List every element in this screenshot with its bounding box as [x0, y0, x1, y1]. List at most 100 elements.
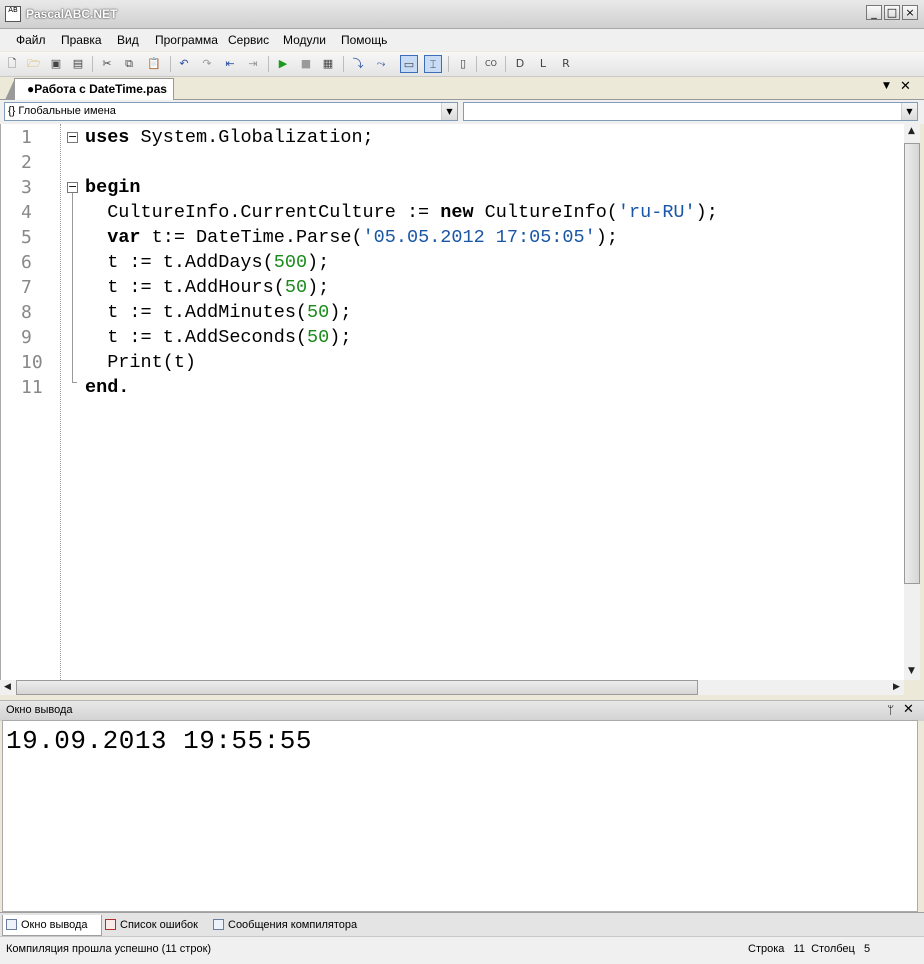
- step-into-icon[interactable]: ⤵: [349, 55, 367, 73]
- line-number: 5: [21, 227, 32, 248]
- format-r-icon[interactable]: R: [557, 55, 575, 73]
- redo-icon[interactable]: ↷: [198, 55, 216, 73]
- tab-output-window[interactable]: Окно вывода: [2, 915, 102, 936]
- format-l-icon[interactable]: L: [534, 55, 552, 73]
- menu-modules[interactable]: Модули: [283, 33, 326, 47]
- line-number: 3: [21, 177, 32, 198]
- code-line: CultureInfo.CurrentCulture := new Cultur…: [85, 200, 718, 225]
- code-line: end.: [85, 375, 129, 400]
- code-line: t := t.AddMinutes(50);: [85, 300, 351, 325]
- close-window-button[interactable]: ×: [902, 5, 918, 20]
- code-token: var: [107, 227, 141, 248]
- app-icon: AB: [5, 6, 21, 22]
- code-token: Print(t): [85, 352, 197, 373]
- code-token: begin: [85, 177, 141, 198]
- stop-icon[interactable]: ■: [297, 55, 315, 73]
- line-number: 8: [21, 302, 32, 323]
- tab-datetime-pas[interactable]: ●Работа с DateTime.pas: [5, 78, 174, 100]
- output-panel-title: Окно вывода: [6, 704, 73, 716]
- scroll-right-icon[interactable]: ▶: [889, 680, 904, 695]
- scope-combo-value: {} Глобальные имена: [8, 105, 116, 117]
- code-token: );: [329, 327, 352, 348]
- compile-icon[interactable]: ▦: [319, 55, 337, 73]
- code-token: t := t.AddMinutes(: [85, 302, 308, 323]
- code-token: end.: [85, 377, 130, 398]
- code-token: '05.05.2012 17:05:05': [362, 227, 596, 248]
- menu-view[interactable]: Вид: [117, 33, 139, 47]
- chevron-down-icon[interactable]: ▼: [901, 103, 917, 120]
- tab-compiler-messages[interactable]: Сообщения компилятора: [210, 915, 378, 935]
- toggle-mode-icon[interactable]: ⌶: [424, 55, 442, 73]
- line-number: 7: [21, 277, 32, 298]
- line-number: 9: [21, 327, 32, 348]
- toggle-view-icon[interactable]: ▭: [400, 55, 418, 73]
- line-number-gutter: 1 2 3 4 5 6 7 8 9 10 11: [1, 124, 61, 680]
- code-line: t := t.AddHours(50);: [85, 275, 329, 300]
- horizontal-scroll-thumb[interactable]: [16, 680, 698, 695]
- code-token: 500: [273, 252, 308, 273]
- code-token: );: [329, 302, 352, 323]
- scroll-down-icon[interactable]: ▼: [904, 664, 919, 679]
- pin-icon[interactable]: ᛘ: [887, 703, 894, 717]
- code-token: CultureInfo(: [473, 202, 618, 223]
- run-icon[interactable]: ▶: [274, 55, 292, 73]
- open-icon[interactable]: 🗁: [25, 55, 43, 73]
- undo-icon[interactable]: ↶: [175, 55, 193, 73]
- code-token: );: [695, 202, 718, 223]
- copy-icon[interactable]: ⧉: [120, 55, 138, 73]
- cut-icon[interactable]: ✂: [98, 55, 116, 73]
- code-token: CultureInfo.CurrentCulture :=: [85, 202, 441, 223]
- tab-error-list-label: Список ошибок: [120, 919, 198, 931]
- navigation-bar: {} Глобальные имена ▼ ▼: [0, 100, 924, 124]
- line-number: 4: [21, 202, 32, 223]
- find-icon[interactable]: ▯: [454, 55, 472, 73]
- toolbar: 🗋 🗁 ▣ ▤ ✂ ⧉ 📋 ↶ ↷ ⇤ ⇥ ▶ ■ ▦ ⤵ ⤳ ▭ ⌶ ▯ CO…: [0, 52, 924, 77]
- code-token: System.Globalization;: [129, 127, 374, 148]
- fold-region-line: [72, 193, 73, 383]
- scope-combo[interactable]: {} Глобальные имена ▼: [4, 102, 458, 121]
- code-token: );: [307, 252, 330, 273]
- menu-help[interactable]: Помощь: [341, 33, 387, 47]
- menu-edit[interactable]: Правка: [61, 33, 102, 47]
- output-text: 19.09.2013 19:55:55: [6, 726, 312, 756]
- save-all-icon[interactable]: ▤: [69, 55, 87, 73]
- save-icon[interactable]: ▣: [47, 55, 65, 73]
- document-tab-strip: ●Работа с DateTime.pas ▼ ✕: [0, 77, 924, 100]
- output-close-icon[interactable]: ✕: [903, 702, 914, 717]
- output-panel-header: Окно вывода ᛘ ✕: [0, 700, 924, 721]
- step-over-icon[interactable]: ⤳: [372, 55, 390, 73]
- tab-compiler-messages-label: Сообщения компилятора: [228, 919, 358, 931]
- outdent-icon[interactable]: ⇥: [244, 55, 262, 73]
- menu-file[interactable]: Файл: [16, 33, 46, 47]
- fold-toggle-icon[interactable]: −: [67, 131, 78, 143]
- code-template-icon[interactable]: CO: [482, 55, 500, 73]
- menu-program[interactable]: Программа: [155, 33, 218, 47]
- output-window-icon: [6, 919, 17, 930]
- member-combo[interactable]: ▼: [463, 102, 918, 121]
- scroll-left-icon[interactable]: ◀: [0, 680, 15, 695]
- chevron-down-icon[interactable]: ▼: [441, 103, 457, 120]
- minimize-button[interactable]: _: [866, 5, 882, 20]
- tab-error-list[interactable]: Список ошибок: [102, 915, 216, 935]
- tab-close-icon[interactable]: ✕: [900, 79, 911, 94]
- line-number: 2: [21, 152, 32, 173]
- window-title: PascalABC.NET: [26, 7, 118, 21]
- maximize-button[interactable]: □: [884, 5, 900, 20]
- code-token: );: [595, 227, 618, 248]
- scroll-up-icon[interactable]: ▲: [904, 124, 919, 139]
- format-d-icon[interactable]: D: [511, 55, 529, 73]
- code-token: t:= DateTime.Parse(: [140, 227, 363, 248]
- new-file-icon[interactable]: 🗋: [3, 55, 21, 73]
- paste-icon[interactable]: 📋: [145, 55, 163, 73]
- fold-toggle-icon[interactable]: −: [67, 181, 78, 193]
- code-token: t := t.AddSeconds(: [85, 327, 308, 348]
- code-line: t := t.AddDays(500);: [85, 250, 329, 275]
- tab-list-icon[interactable]: ▼: [883, 81, 890, 91]
- line-number: 10: [21, 352, 43, 373]
- status-message: Компиляция прошла успешно (11 строк): [6, 943, 212, 955]
- vertical-scroll-thumb[interactable]: [904, 143, 920, 584]
- indent-icon[interactable]: ⇤: [221, 55, 239, 73]
- menu-service[interactable]: Сервис: [228, 33, 269, 47]
- code-editor[interactable]: 1 2 3 4 5 6 7 8 9 10 11 uses System.Globalization;…: [0, 124, 905, 680]
- code-token: 'ru-RU': [617, 202, 696, 223]
